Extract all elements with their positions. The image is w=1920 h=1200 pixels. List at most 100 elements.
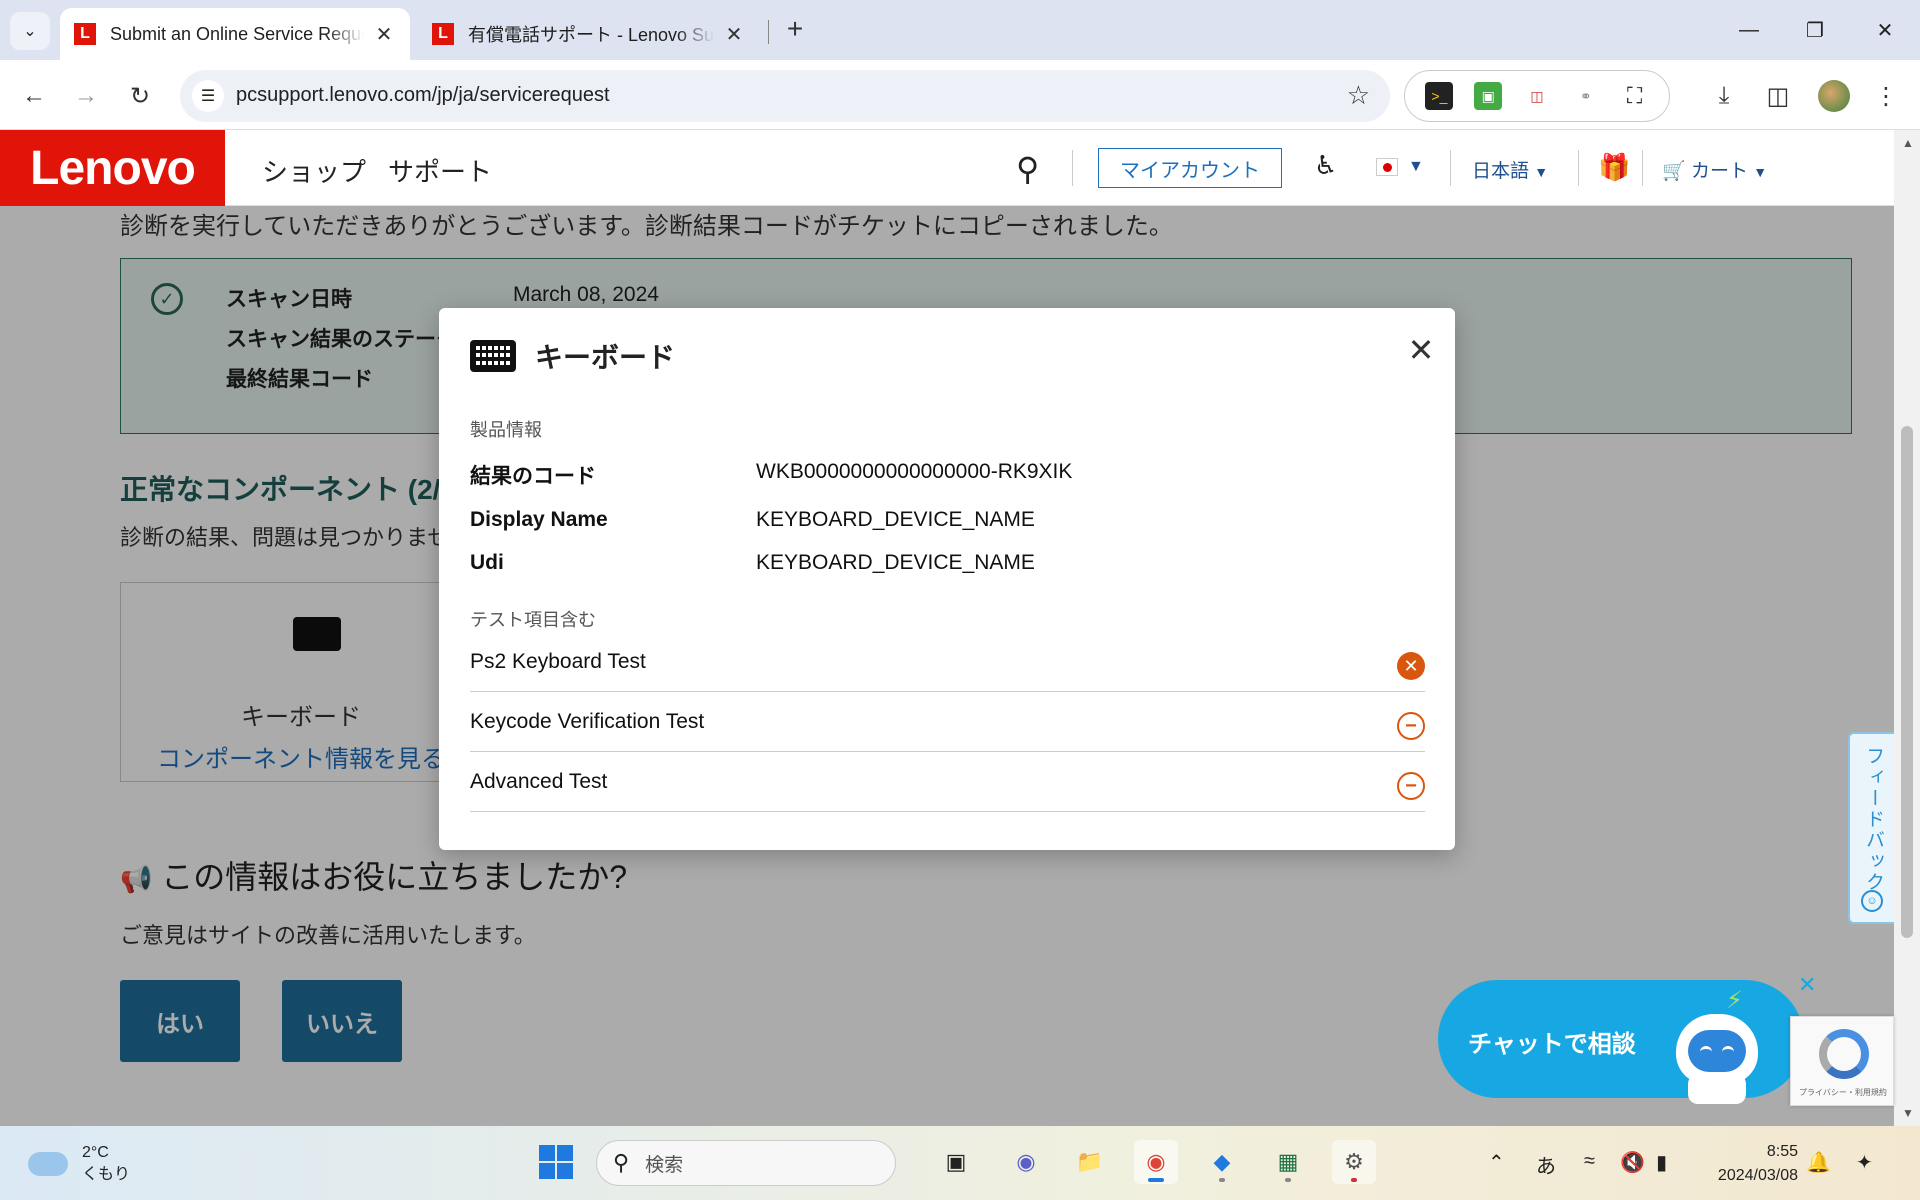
minus-circle-icon: − — [1397, 772, 1425, 800]
settings-gear-icon[interactable]: ⚙ — [1332, 1140, 1376, 1184]
scroll-down-arrow-icon[interactable]: ▼ — [1902, 1106, 1914, 1120]
lightning-icon: ⚡ — [1726, 987, 1743, 1014]
battery-icon[interactable]: ▮ — [1656, 1150, 1667, 1175]
tab-separator — [768, 20, 769, 44]
chat-widget[interactable]: チャットで相談 ⚡ — [1438, 980, 1804, 1104]
restore-button[interactable]: ❐ — [1790, 10, 1840, 50]
lenovo-logo[interactable]: Lenovo — [0, 130, 225, 206]
tests-included-label: テスト項目含む — [470, 610, 596, 630]
feedback-side-tab[interactable]: フィードバック ☺ — [1848, 732, 1894, 924]
windows-taskbar: 2°C くもり ⚲ 検索 ▣ ◉ 📁 ◉ ◆ ▦ ⚙ ⌃ あ ≈ 🔇 ▮ 8:55… — [0, 1126, 1920, 1200]
site-header: Lenovo ショップ サポート ⚲ マイアカウント ♿ ▼ 日本語 ▼ 🎁 🛒… — [0, 130, 1894, 206]
teams-icon[interactable]: ◉ — [1004, 1140, 1048, 1184]
search-icon: ⚲ — [613, 1150, 630, 1175]
test-name: Advanced Test — [470, 770, 608, 793]
more-menu-icon[interactable]: ⋮ — [1870, 80, 1902, 112]
back-button[interactable]: ← — [14, 76, 54, 116]
nav-shop[interactable]: ショップ — [262, 152, 366, 189]
side-panel-icon[interactable]: ◫ — [1762, 80, 1794, 112]
terminal-extension-icon[interactable]: >_ — [1425, 82, 1454, 110]
close-icon[interactable]: ✕ — [1403, 332, 1439, 368]
chevron-down-icon: ▼ — [1753, 164, 1768, 180]
forward-button[interactable]: → — [66, 76, 106, 116]
notification-bell-icon[interactable]: 🔔 — [1806, 1150, 1831, 1175]
url-text[interactable]: pcsupport.lenovo.com/jp/ja/servicereques… — [236, 84, 610, 107]
tab-paid-phone-support[interactable]: L 有償電話サポート - Lenovo Support JP ✕ — [418, 8, 760, 60]
address-bar[interactable]: ☰ pcsupport.lenovo.com/jp/ja/servicerequ… — [180, 70, 1390, 122]
keyboard-icon — [470, 340, 516, 372]
windows-logo-icon — [539, 1145, 573, 1179]
cart-button[interactable]: 🛒 カート ▼ — [1662, 156, 1767, 183]
start-button[interactable] — [534, 1140, 578, 1184]
browser-toolbar: ← → ↻ ☰ pcsupport.lenovo.com/jp/ja/servi… — [0, 60, 1920, 130]
chevron-down-icon: ▼ — [1534, 164, 1549, 180]
profile-avatar[interactable] — [1818, 80, 1850, 112]
task-view-icon[interactable]: ▣ — [934, 1140, 978, 1184]
search-placeholder: 検索 — [645, 1154, 684, 1176]
test-row-advanced: Advanced Test − — [470, 752, 1425, 812]
tab-service-request[interactable]: L Submit an Online Service Request | Len… — [60, 8, 410, 60]
result-code-label: 結果のコード — [470, 465, 596, 488]
divider — [1642, 150, 1643, 186]
recaptcha-text[interactable]: プライバシー・利用規約 — [1799, 1087, 1887, 1098]
chat-close-icon[interactable]: ✕ — [1798, 972, 1816, 998]
minus-circle-icon: − — [1397, 712, 1425, 740]
language-selector[interactable]: 日本語 ▼ — [1472, 156, 1548, 183]
nav-support[interactable]: サポート — [388, 152, 492, 189]
extensions-group: >_ ▣ ◫ ⚭ ⛶ — [1404, 70, 1670, 122]
recaptcha-badge[interactable]: プライバシー・利用規約 — [1790, 1016, 1894, 1106]
page-scrollbar[interactable]: ▲ ▼ — [1894, 130, 1920, 1126]
browser-tab-bar: ⌄ L Submit an Online Service Request | L… — [0, 0, 1920, 60]
bookmark-star-icon[interactable]: ☆ — [1347, 80, 1370, 111]
cast-extension-icon[interactable]: ◫ — [1523, 82, 1551, 110]
my-account-button[interactable]: マイアカウント — [1098, 148, 1282, 188]
copilot-icon[interactable]: ✦ — [1856, 1150, 1873, 1175]
lenovo-favicon-icon: L — [432, 23, 454, 45]
product-info-label: 製品情報 — [470, 420, 542, 440]
download-icon[interactable]: ⤓ — [1708, 80, 1740, 112]
close-window-button[interactable]: ✕ — [1860, 10, 1910, 50]
ime-indicator[interactable]: あ — [1536, 1150, 1556, 1179]
gift-icon[interactable]: 🎁 — [1598, 152, 1630, 183]
wifi-icon[interactable]: ≈ — [1584, 1150, 1595, 1173]
puzzle-extensions-icon[interactable]: ⛶ — [1621, 82, 1649, 110]
test-row-ps2-keyboard: Ps2 Keyboard Test ✕ — [470, 632, 1425, 692]
feedback-tab-label: フィードバック — [1863, 746, 1884, 893]
scroll-up-arrow-icon[interactable]: ▲ — [1902, 136, 1914, 150]
volume-muted-icon[interactable]: 🔇 — [1620, 1150, 1645, 1175]
cart-icon: 🛒 — [1662, 161, 1686, 182]
scrollbar-thumb[interactable] — [1901, 426, 1913, 938]
search-icon[interactable]: ⚲ — [1016, 150, 1039, 188]
close-tab-icon[interactable]: ✕ — [372, 22, 396, 46]
new-tab-button[interactable]: + — [780, 13, 810, 44]
screen-extension-icon[interactable]: ▣ — [1474, 82, 1503, 110]
taskbar-search[interactable]: ⚲ 検索 — [596, 1140, 896, 1186]
chevron-down-icon: ⌄ — [23, 23, 37, 40]
modal-title: キーボード — [535, 342, 676, 373]
display-name-value: KEYBOARD_DEVICE_NAME — [756, 508, 1035, 531]
japan-flag-icon[interactable] — [1376, 158, 1398, 176]
tab-title: Submit an Online Service Request | Lenov… — [110, 23, 364, 44]
accessibility-icon[interactable]: ♿ — [1314, 150, 1337, 181]
weather-widget[interactable]: 2°C くもり — [28, 1142, 130, 1186]
close-tab-icon[interactable]: ✕ — [722, 22, 746, 46]
chrome-icon[interactable]: ◉ — [1134, 1140, 1178, 1184]
test-name: Keycode Verification Test — [470, 710, 705, 733]
chevron-up-icon[interactable]: ⌃ — [1488, 1150, 1505, 1175]
tab-search-button[interactable]: ⌄ — [10, 12, 50, 50]
chevron-down-icon[interactable]: ▼ — [1408, 158, 1424, 176]
recaptcha-icon — [1819, 1029, 1869, 1079]
smile-icon: ☺ — [1861, 890, 1883, 912]
divider — [1578, 150, 1579, 186]
clock-time: 8:55 — [1766, 1143, 1798, 1160]
reload-button[interactable]: ↻ — [120, 76, 160, 116]
clock[interactable]: 8:55 2024/03/08 — [1700, 1140, 1798, 1188]
clock-date: 2024/03/08 — [1717, 1167, 1798, 1184]
file-explorer-icon[interactable]: 📁 — [1068, 1140, 1112, 1184]
app-diamond-icon[interactable]: ◆ — [1200, 1140, 1244, 1184]
minimize-button[interactable]: — — [1724, 10, 1774, 50]
link-extension-icon[interactable]: ⚭ — [1572, 82, 1600, 110]
udi-label: Udi — [470, 551, 504, 574]
site-info-icon[interactable]: ☰ — [192, 80, 224, 112]
excel-icon[interactable]: ▦ — [1266, 1140, 1310, 1184]
